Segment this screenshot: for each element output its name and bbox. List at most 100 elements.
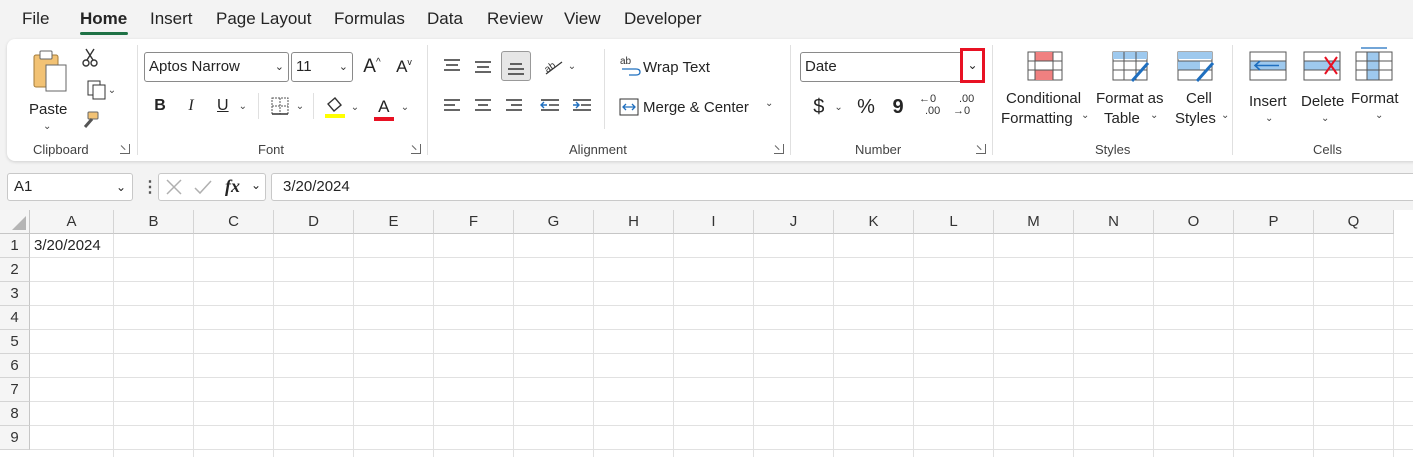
format-painter-button[interactable] [79, 109, 101, 131]
chevron-down-icon: ⌄ [567, 60, 577, 72]
format-cells-icon [1355, 47, 1393, 81]
divider [604, 49, 605, 129]
column-header-o[interactable]: O [1154, 210, 1234, 234]
column-header-g[interactable]: G [514, 210, 594, 234]
column-header-e[interactable]: E [354, 210, 434, 234]
tab-insert[interactable]: Insert [150, 9, 193, 29]
cell-styles-button[interactable]: Cell Styles ⌄ [1173, 49, 1235, 139]
font-name-combo[interactable]: Aptos Narrow ⌄ [144, 52, 289, 82]
decrease-indent-button[interactable] [537, 93, 563, 119]
comma-style-button[interactable]: 9 [885, 93, 911, 121]
formula-input[interactable]: 3/20/2024 [271, 173, 1413, 201]
dialog-launcher-icon[interactable] [976, 144, 986, 154]
select-all-button[interactable] [0, 210, 30, 234]
orientation-button[interactable]: ab ⌄ [537, 53, 581, 79]
middle-align-button[interactable] [470, 53, 496, 79]
chevron-down-icon: ⌄ [967, 58, 978, 72]
bottom-align-button[interactable] [501, 51, 531, 81]
tab-page-layout[interactable]: Page Layout [216, 9, 311, 29]
decrease-decimal-button[interactable]: .00 →0 [953, 93, 981, 123]
align-left-button[interactable] [439, 93, 465, 119]
merge-center-button[interactable]: Merge & Center ⌄ [617, 93, 777, 119]
column-header-c[interactable]: C [194, 210, 274, 234]
column-header-d[interactable]: D [274, 210, 354, 234]
align-right-button[interactable] [501, 93, 527, 119]
chevron-down-icon[interactable]: ⌄ [251, 178, 261, 192]
fill-color-button[interactable]: ⌄ [319, 93, 363, 121]
number-format-dropdown-button[interactable]: ⌄ [960, 48, 985, 83]
delete-cells-button[interactable]: Delete ⌄ [1297, 49, 1349, 139]
column-header-q[interactable]: Q [1314, 210, 1394, 234]
cell-a1[interactable]: 3/20/2024 [34, 235, 101, 257]
cancel-icon[interactable] [165, 178, 183, 196]
copy-button[interactable]: ⌄ [79, 79, 123, 101]
row-header-3[interactable]: 3 [0, 282, 30, 306]
column-header-l[interactable]: L [914, 210, 994, 234]
grow-font-button[interactable]: A ^ [359, 53, 385, 81]
tab-view[interactable]: View [564, 9, 601, 29]
cut-button[interactable] [79, 47, 101, 69]
column-header-p[interactable]: P [1234, 210, 1314, 234]
percent-style-button[interactable]: % [853, 93, 879, 121]
cell-styles-label-2: Styles [1175, 110, 1216, 127]
tab-data[interactable]: Data [427, 9, 463, 29]
shrink-font-button[interactable]: Av [391, 53, 417, 81]
insert-cells-button[interactable]: Insert ⌄ [1243, 49, 1295, 139]
dialog-launcher-icon[interactable] [411, 144, 421, 154]
row-header-1[interactable]: 1 [0, 234, 30, 258]
copy-icon [87, 80, 106, 100]
wrap-text-label: Wrap Text [643, 59, 710, 76]
number-format-combo[interactable]: Date [800, 52, 984, 82]
row-header-2[interactable]: 2 [0, 258, 30, 282]
increase-indent-button[interactable] [569, 93, 595, 119]
row-header-4[interactable]: 4 [0, 306, 30, 330]
align-center-button[interactable] [470, 93, 496, 119]
column-header-h[interactable]: H [594, 210, 674, 234]
more-options-icon[interactable]: ⋮ [142, 177, 158, 197]
gridline [30, 425, 1413, 426]
italic-button[interactable]: I [180, 93, 202, 119]
column-header-n[interactable]: N [1074, 210, 1154, 234]
caret-down-icon: v [407, 57, 412, 67]
dialog-launcher-icon[interactable] [774, 144, 784, 154]
column-header-j[interactable]: J [754, 210, 834, 234]
column-header-f[interactable]: F [434, 210, 514, 234]
format-cells-button[interactable]: Format ⌄ [1349, 45, 1411, 139]
align-bottom-icon [508, 63, 524, 75]
row-header-6[interactable]: 6 [0, 354, 30, 378]
dialog-launcher-icon[interactable] [120, 144, 130, 154]
tab-developer[interactable]: Developer [624, 9, 702, 29]
tab-formulas[interactable]: Formulas [334, 9, 405, 29]
bold-button[interactable]: B [149, 93, 171, 119]
row-header-7[interactable]: 7 [0, 378, 30, 402]
column-header-k[interactable]: K [834, 210, 914, 234]
conditional-formatting-button[interactable]: Conditional Formatting ⌄ [999, 49, 1091, 139]
insert-function-icon[interactable]: fx [225, 176, 240, 197]
increase-decimal-button[interactable]: ←0 .00 [919, 93, 947, 123]
font-color-button[interactable]: A ⌄ [369, 93, 413, 121]
name-box[interactable]: A1 ⌄ [7, 173, 133, 201]
enter-check-icon[interactable] [193, 178, 213, 196]
gridline [513, 234, 514, 457]
align-top-icon [444, 59, 460, 71]
tab-review[interactable]: Review [487, 9, 543, 29]
paste-button[interactable]: Paste ⌄ [25, 47, 75, 135]
borders-button[interactable]: ⌄ [265, 93, 309, 119]
top-align-button[interactable] [439, 53, 465, 79]
column-header-m[interactable]: M [994, 210, 1074, 234]
row-header-8[interactable]: 8 [0, 402, 30, 426]
tab-file[interactable]: File [22, 9, 49, 29]
tab-home[interactable]: Home [80, 9, 127, 29]
chevron-down-icon: ⌄ [274, 61, 284, 73]
underline-button[interactable]: U ⌄ [210, 93, 254, 119]
row-header-9[interactable]: 9 [0, 426, 30, 450]
accounting-format-button[interactable]: $ ⌄ [805, 93, 851, 121]
font-size-combo[interactable]: 11 ⌄ [291, 52, 353, 82]
column-header-b[interactable]: B [114, 210, 194, 234]
wrap-text-button[interactable]: ab Wrap Text [617, 53, 717, 79]
gridline [353, 234, 354, 457]
row-header-5[interactable]: 5 [0, 330, 30, 354]
column-header-a[interactable]: A [30, 210, 114, 234]
column-header-i[interactable]: I [674, 210, 754, 234]
format-as-table-button[interactable]: Format as Table ⌄ [1094, 49, 1174, 139]
